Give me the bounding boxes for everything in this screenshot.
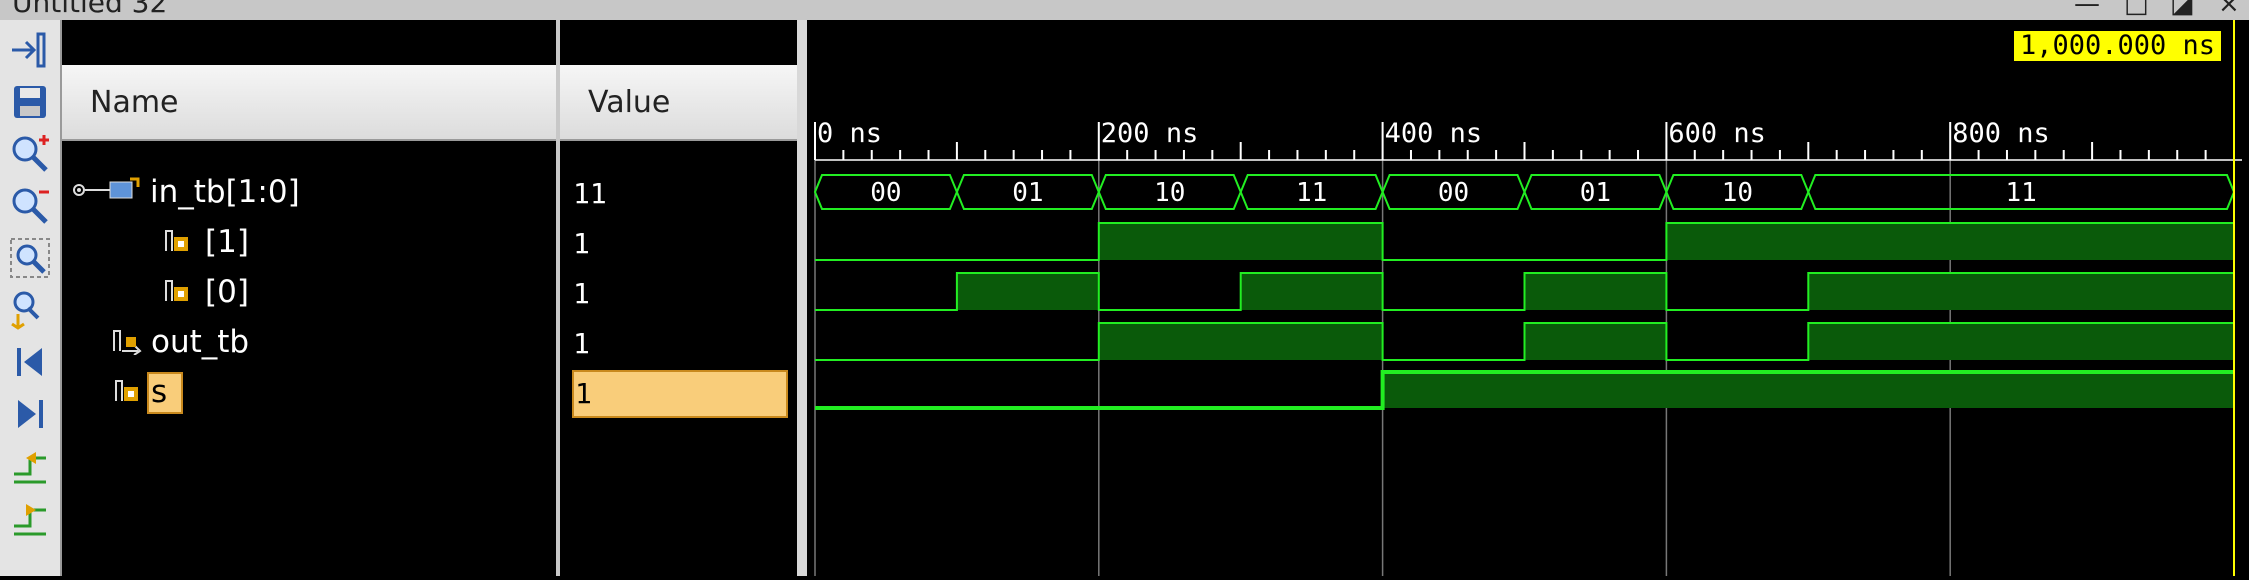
signal-value: 1 xyxy=(573,277,590,310)
bit-0-wave-high-fill xyxy=(1524,273,1667,310)
wave-toolbar xyxy=(0,20,62,576)
minimize-icon[interactable]: — xyxy=(2074,0,2100,17)
bus-value-label: 01 xyxy=(1580,178,1611,208)
signal-name: [1] xyxy=(205,224,249,260)
bit-0-wave-high-fill xyxy=(1240,273,1383,310)
tick-label: 200 ns xyxy=(1101,118,1199,149)
bit-signal-icon xyxy=(115,380,138,401)
pane-splitter[interactable] xyxy=(797,20,807,576)
close-icon[interactable]: × xyxy=(2218,0,2240,17)
bit-1-wave-high-fill xyxy=(1666,223,2234,260)
zoom-fit-icon[interactable] xyxy=(8,236,52,280)
go-to-last-time-icon[interactable] xyxy=(8,392,52,436)
signal-name: in_tb[1:0] xyxy=(150,174,300,210)
bus-value-label: 00 xyxy=(870,178,901,208)
previous-transition-icon[interactable] xyxy=(8,444,52,488)
float-icon[interactable]: ◪ xyxy=(2170,0,2195,17)
out-tb-wave-high-fill xyxy=(1098,323,1383,360)
bus-value-label: 01 xyxy=(1012,178,1043,208)
next-transition-icon[interactable] xyxy=(8,496,52,540)
save-icon[interactable] xyxy=(8,80,52,124)
signal-name: s xyxy=(151,374,168,410)
maximize-icon[interactable]: □ xyxy=(2124,0,2149,17)
waveform-canvas[interactable]: 0 ns 200 ns 400 ns 600 ns 800 ns 00 01 10 11 00 01… xyxy=(807,20,2249,576)
column-divider[interactable] xyxy=(556,20,560,576)
bit-1-wave-high-fill xyxy=(1098,223,1383,260)
name-column-label: Name xyxy=(90,85,179,120)
bus-value-label: 00 xyxy=(1438,178,1469,208)
value-column-header[interactable]: Value xyxy=(560,65,797,141)
out-tb-wave-high-fill xyxy=(1524,323,1667,360)
signal-value: 1 xyxy=(573,227,590,260)
bus-value-label: 11 xyxy=(2005,178,2036,208)
signal-name: out_tb xyxy=(151,324,250,360)
tick-label: 400 ns xyxy=(1385,118,1483,149)
zoom-out-icon[interactable] xyxy=(8,184,52,228)
go-to-time-0-icon[interactable] xyxy=(8,340,52,384)
signal-value: 1 xyxy=(573,327,590,360)
signal-value: 1 xyxy=(575,377,592,410)
bit-0-wave-high-fill xyxy=(1808,273,2234,310)
bit-signal-icon xyxy=(165,280,188,301)
bus-value-label: 11 xyxy=(1296,178,1327,208)
tick-label: 800 ns xyxy=(1952,118,2050,149)
signal-name: [0] xyxy=(205,274,249,310)
output-signal-icon xyxy=(113,330,142,355)
cursor-time-label: 1,000.000 ns xyxy=(2014,31,2222,61)
window-title-bar: Untitled 32 — □ ◪ × xyxy=(0,0,2249,20)
bit-signal-icon xyxy=(165,230,188,251)
bus-value-label: 10 xyxy=(1722,178,1753,208)
name-column-header[interactable]: Name xyxy=(62,65,556,141)
go-to-scope-icon[interactable] xyxy=(8,28,52,72)
waveform-pane[interactable]: 0 ns 200 ns 400 ns 600 ns 800 ns 00 01 10 11 00 01… xyxy=(807,20,2249,576)
signal-value: 11 xyxy=(573,177,607,210)
out-tb-wave-high-fill xyxy=(1808,323,2234,360)
bus-value-label: 10 xyxy=(1154,178,1185,208)
bit-0-wave-high-fill xyxy=(956,273,1099,310)
value-column-label: Value xyxy=(588,85,671,120)
window-title: Untitled 32 xyxy=(12,0,168,19)
selected-value-highlight xyxy=(572,370,788,418)
tick-label: 0 ns xyxy=(817,118,882,149)
zoom-in-icon[interactable] xyxy=(8,132,52,176)
expand-tree-icon[interactable] xyxy=(72,175,142,205)
s-wave-high-fill xyxy=(1382,372,2234,408)
go-to-cursor-icon[interactable] xyxy=(8,288,52,332)
tick-label: 600 ns xyxy=(1668,118,1766,149)
